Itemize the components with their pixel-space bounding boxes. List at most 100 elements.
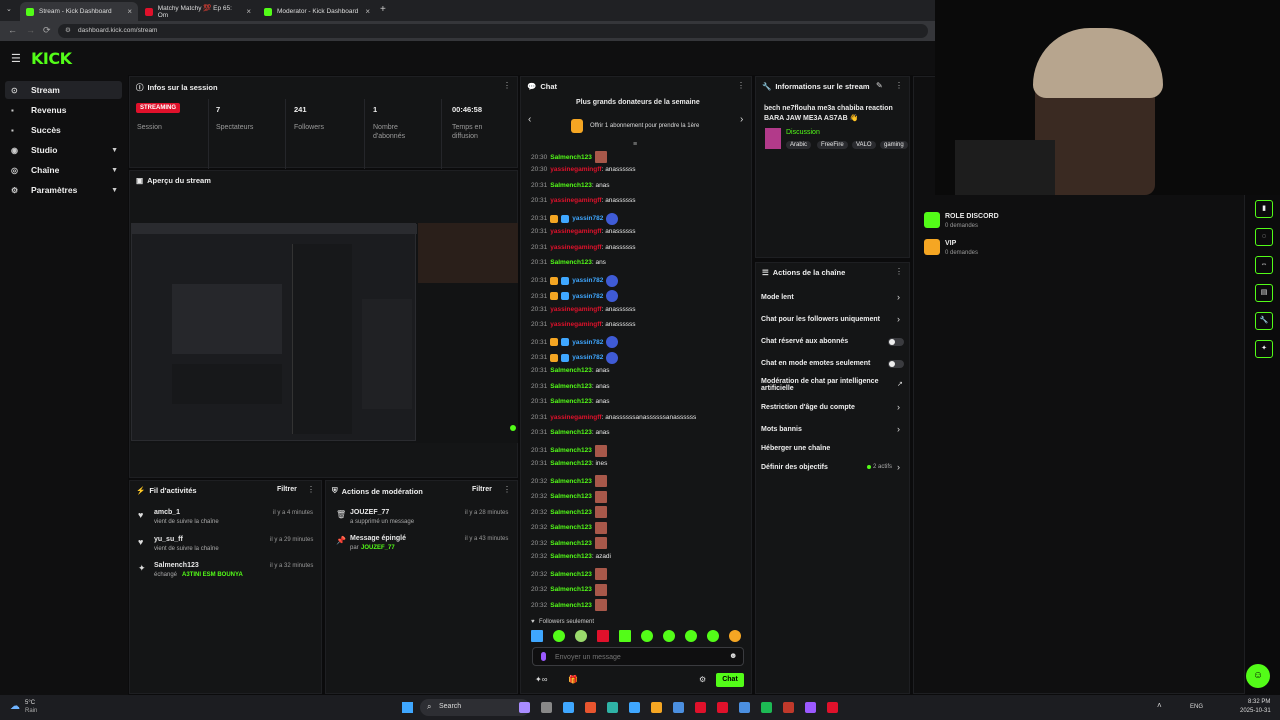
lang-indicator[interactable]: ENG bbox=[1190, 704, 1203, 710]
taskbar-app-icon[interactable] bbox=[783, 702, 794, 713]
support-chat-button[interactable]: ☺ bbox=[1246, 664, 1270, 688]
emotes-only-toggle[interactable] bbox=[888, 360, 904, 368]
chat-message[interactable]: 20:32 Salmench123 bbox=[531, 521, 607, 534]
chat-message[interactable]: 20:31 yassin782 bbox=[531, 351, 619, 364]
tab-moderator-dashboard[interactable]: Moderator - Kick Dashboard × bbox=[258, 2, 376, 21]
chat-message[interactable]: 20:31 yassinegamingff: anassssss bbox=[531, 228, 636, 235]
sidebar-item-succes[interactable]: ▪ Succès bbox=[5, 121, 122, 139]
more-options-icon[interactable]: ⋮ bbox=[895, 267, 903, 276]
chat-message[interactable]: 20:32 Salmench123 bbox=[531, 537, 607, 550]
subscribers-only-toggle[interactable] bbox=[888, 338, 904, 346]
chat-message[interactable]: 20:32 Salmench123 bbox=[531, 506, 607, 519]
chat-message[interactable]: 20:31 yassin782 bbox=[531, 290, 619, 303]
chat-username[interactable]: Salmench123 bbox=[550, 398, 592, 405]
emote-icon[interactable] bbox=[729, 630, 741, 642]
chat-username[interactable]: Salmench123 bbox=[550, 447, 592, 454]
emote-icon[interactable] bbox=[531, 630, 543, 642]
chevron-right-icon[interactable]: › bbox=[897, 314, 900, 324]
sidebar-item-parametres[interactable]: ⚙ Paramètres ▼ bbox=[5, 181, 122, 199]
taskbar-app-icon[interactable] bbox=[827, 702, 838, 713]
tray-chevron-icon[interactable]: ˄ bbox=[1157, 701, 1162, 710]
reload-icon[interactable]: ⟳ bbox=[43, 25, 51, 36]
chat-message[interactable]: 20:32 Salmench123 bbox=[531, 475, 607, 488]
chat-username[interactable]: Salmench123 bbox=[550, 493, 592, 500]
emote-icon[interactable] bbox=[553, 630, 565, 642]
mic-icon[interactable] bbox=[541, 652, 546, 661]
chevron-right-icon[interactable]: › bbox=[740, 114, 743, 125]
tag-chip[interactable]: gaming bbox=[880, 141, 908, 149]
chat-username[interactable]: Salmench123 bbox=[550, 586, 592, 593]
chat-message[interactable]: 20:31 Salmench123 bbox=[531, 444, 607, 457]
chat-username[interactable]: yassinegamingff bbox=[550, 166, 601, 173]
kick-logo[interactable]: KICK bbox=[31, 49, 72, 68]
sidebar-item-studio[interactable]: ◉ Studio ▼ bbox=[5, 141, 122, 159]
toolbar-wrench-icon[interactable]: 🔧 bbox=[1255, 312, 1273, 330]
filter-button[interactable]: Filtrer bbox=[472, 486, 492, 493]
tag-chip[interactable]: VALO bbox=[852, 141, 876, 149]
taskbar-app-icon[interactable] bbox=[607, 702, 618, 713]
chat-message[interactable]: 20:31 Salmench123: ines bbox=[531, 460, 607, 467]
tag-chip[interactable]: FreeFire bbox=[817, 141, 848, 149]
chat-username[interactable]: Salmench123 bbox=[550, 478, 592, 485]
reward-label[interactable]: VIP bbox=[945, 240, 956, 247]
taskbar-app-icon[interactable] bbox=[717, 702, 728, 713]
new-tab-button[interactable]: + bbox=[380, 4, 386, 15]
chat-message[interactable]: 20:31 Salmench123: anas bbox=[531, 383, 610, 390]
chat-username[interactable]: Salmench123 bbox=[550, 524, 592, 531]
taskbar-app-icon[interactable] bbox=[563, 702, 574, 713]
chevron-right-icon[interactable]: › bbox=[897, 462, 900, 472]
action-set-goals[interactable]: Définir des objectifs bbox=[761, 464, 828, 471]
chat-username[interactable]: Salmench123 bbox=[550, 553, 592, 560]
taskbar-app-icon[interactable] bbox=[739, 702, 750, 713]
action-age-restriction[interactable]: Restriction d'âge du compte bbox=[761, 404, 855, 411]
chat-message[interactable]: 20:32 Salmench123 bbox=[531, 583, 607, 596]
taskbar-app-icon[interactable] bbox=[673, 702, 684, 713]
chevron-right-icon[interactable]: › bbox=[897, 292, 900, 302]
taskbar-app-icon[interactable] bbox=[541, 702, 552, 713]
close-tab-icon[interactable]: × bbox=[365, 7, 370, 16]
more-options-icon[interactable]: ⋮ bbox=[307, 485, 315, 494]
chat-username[interactable]: Salmench123 bbox=[550, 571, 592, 578]
chat-username[interactable]: yassin782 bbox=[572, 215, 603, 222]
chat-username[interactable]: yassin782 bbox=[572, 339, 603, 346]
url-input[interactable]: ⚙ dashboard.kick.com/stream bbox=[58, 24, 928, 38]
emoji-picker-icon[interactable]: ☻ bbox=[729, 651, 737, 660]
chat-username[interactable]: Salmench123 bbox=[550, 460, 592, 467]
chat-message[interactable]: 20:31 yassinegamingff: anassssss bbox=[531, 306, 636, 313]
action-slow-mode[interactable]: Mode lent bbox=[761, 294, 794, 301]
toolbar-link-icon[interactable]: ⇔ bbox=[1255, 256, 1273, 274]
chat-message[interactable]: 20:32 Salmench123 bbox=[531, 490, 607, 503]
chat-settings-icon[interactable]: ⚙ bbox=[699, 675, 706, 684]
chat-message[interactable]: 20:31 Salmench123: anas bbox=[531, 429, 610, 436]
chat-username[interactable]: Salmench123 bbox=[550, 429, 592, 436]
chat-message[interactable]: 20:31 yassinegamingff: anassssssanassssss… bbox=[531, 414, 696, 421]
action-followers-only[interactable]: Chat pour les followers uniquement bbox=[761, 316, 880, 323]
chat-username[interactable]: yassinegamingff bbox=[550, 306, 601, 313]
chat-message[interactable]: 20:31 yassinegamingff: anassssss bbox=[531, 321, 636, 328]
more-options-icon[interactable]: ⋮ bbox=[737, 81, 745, 90]
emote-icon[interactable] bbox=[597, 630, 609, 642]
chat-message[interactable]: 20:30 Salmench123 bbox=[531, 151, 607, 163]
chat-username[interactable]: Salmench123 bbox=[550, 509, 592, 516]
chat-message[interactable]: 20:31 Salmench123: ans bbox=[531, 259, 606, 266]
points-infinity-icon[interactable]: ✦∞ bbox=[535, 675, 547, 684]
taskbar-search[interactable]: ⌕ Search bbox=[420, 699, 530, 716]
external-link-icon[interactable]: ↗ bbox=[897, 380, 903, 388]
emote-icon[interactable] bbox=[707, 630, 719, 642]
toolbar-chat-icon[interactable]: ◌ bbox=[1255, 228, 1273, 246]
chat-message[interactable]: 20:32 Salmench123: azadi bbox=[531, 553, 611, 560]
emote-icon[interactable] bbox=[641, 630, 653, 642]
chat-username[interactable]: Salmench123 bbox=[550, 540, 592, 547]
chat-message[interactable]: 20:31 yassinegamingff: anassssss bbox=[531, 244, 636, 251]
chat-username[interactable]: Salmench123 bbox=[550, 259, 592, 266]
taskbar-app-icon[interactable] bbox=[651, 702, 662, 713]
category-name[interactable]: Discussion bbox=[786, 129, 820, 136]
taskbar-app-icon[interactable] bbox=[805, 702, 816, 713]
action-ai-moderation[interactable]: Modération de chat par intelligence arti… bbox=[761, 378, 886, 392]
chat-input[interactable] bbox=[555, 651, 725, 663]
chevron-left-icon[interactable]: ‹ bbox=[528, 114, 531, 125]
chat-message[interactable]: 20:30 yassinegamingff: anassssss bbox=[531, 166, 636, 173]
chat-input-box[interactable]: ☻ bbox=[532, 647, 744, 666]
tab-matchy[interactable]: Matchy Matchy 💯 Ep 65: Om × bbox=[139, 2, 257, 21]
chat-username[interactable]: Salmench123 bbox=[550, 367, 592, 374]
